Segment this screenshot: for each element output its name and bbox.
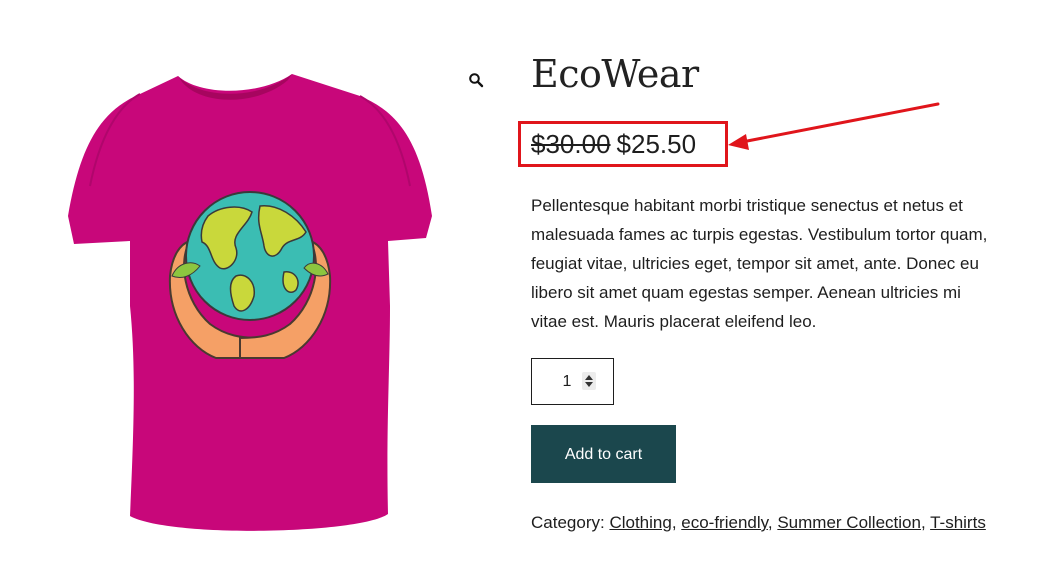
increment-icon[interactable] [585, 375, 593, 380]
product-summary: EcoWear $30.00 $25.50 Pellentesque habita… [531, 48, 1001, 532]
product-short-description: Pellentesque habitant morbi tristique se… [531, 196, 988, 331]
product-meta: Category: Clothing, eco-friendly, Summer… [531, 513, 986, 532]
category-link-eco-friendly[interactable]: eco-friendly [681, 513, 768, 532]
price-highlight-box [518, 121, 728, 167]
magnifier-icon [469, 73, 484, 88]
category-link-t-shirts[interactable]: T-shirts [930, 513, 986, 532]
quantity-stepper[interactable]: 1 [531, 358, 614, 405]
tshirt-image [68, 74, 432, 531]
category-label: Category: [531, 513, 605, 532]
add-to-cart-button[interactable]: Add to cart [531, 425, 676, 483]
zoom-button[interactable] [466, 70, 486, 90]
spin-buttons[interactable] [582, 372, 596, 390]
decrement-icon[interactable] [585, 382, 593, 387]
product-image[interactable] [60, 66, 440, 546]
category-link-summer-collection[interactable]: Summer Collection [777, 513, 921, 532]
product-title: EcoWear [531, 52, 699, 96]
category-link-clothing[interactable]: Clothing [609, 513, 671, 532]
